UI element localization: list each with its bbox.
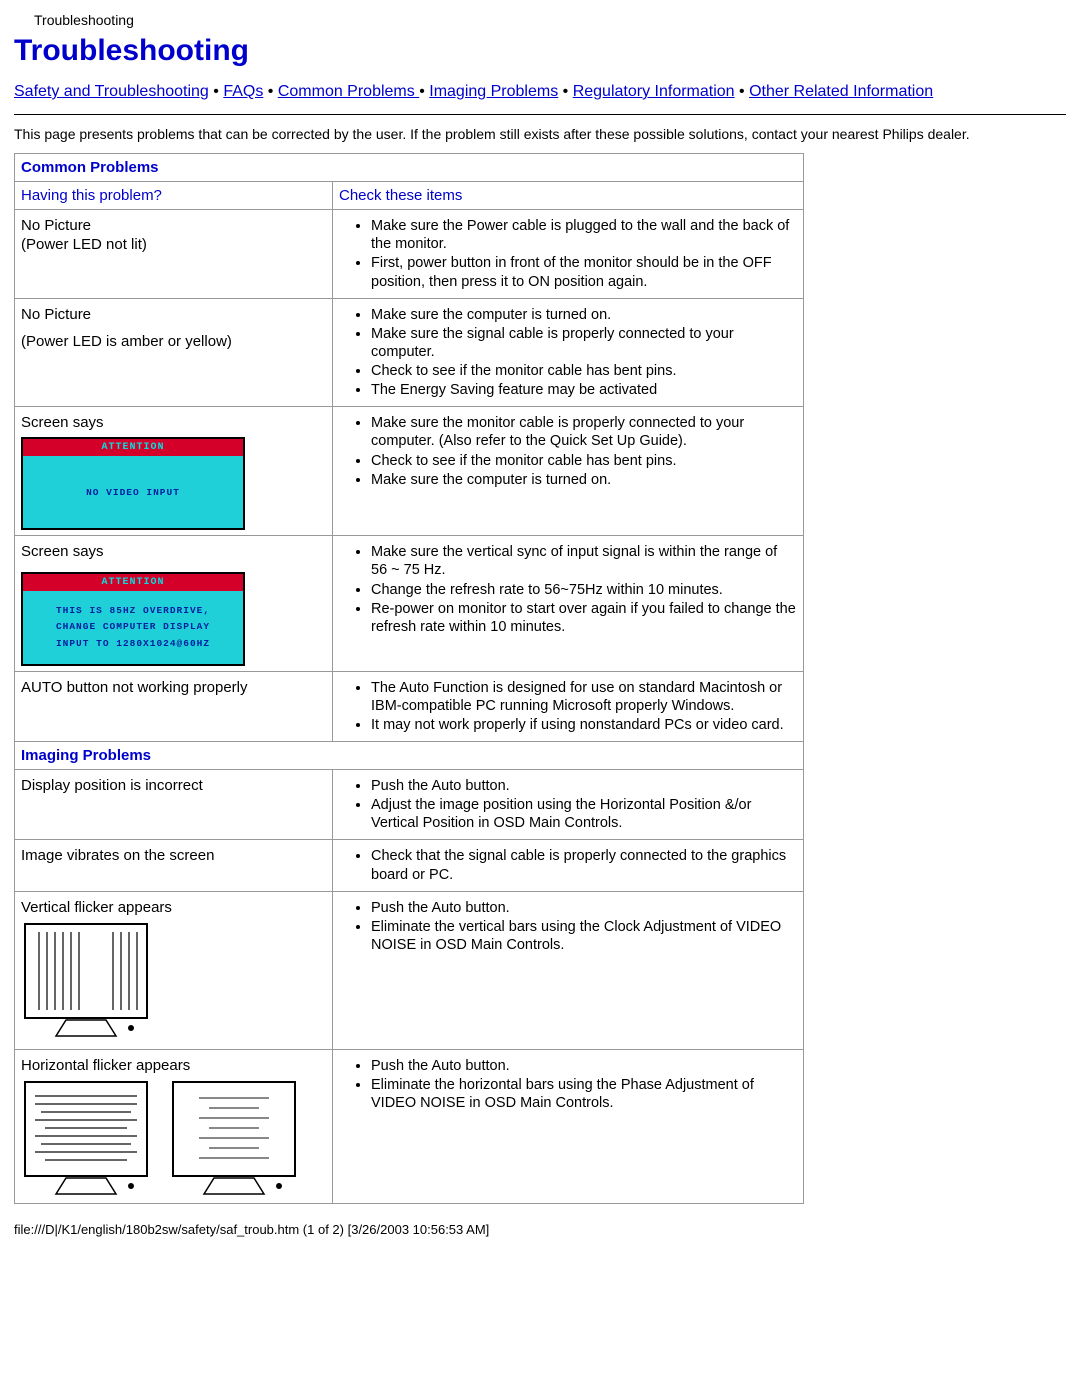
link-common-problems[interactable]: Common Problems <box>278 83 419 100</box>
link-safety[interactable]: Safety and Troubleshooting <box>14 83 209 100</box>
list-item: Eliminate the horizontal bars using the … <box>371 1076 797 1112</box>
nav-sep: • <box>563 83 573 100</box>
list-item: First, power button in front of the moni… <box>371 254 797 290</box>
list-item: Change the refresh rate to 56~75Hz withi… <box>371 581 797 599</box>
table-row: No Picture (Power LED is amber or yellow… <box>15 298 804 407</box>
problem-label: No Picture <box>21 306 326 323</box>
problem-sublabel: (Power LED not lit) <box>21 236 326 253</box>
check-list: Push the Auto button. Eliminate the hori… <box>339 1057 797 1112</box>
osd-text-line: THIS IS 85HZ OVERDRIVE, <box>56 603 210 619</box>
table-row: Image vibrates on the screen Check that … <box>15 840 804 891</box>
check-list: Make sure the vertical sync of input sig… <box>339 543 797 636</box>
nav-sep: • <box>739 83 749 100</box>
page-title: Troubleshooting <box>14 34 1066 68</box>
divider <box>14 114 1066 115</box>
nav-sep: • <box>213 83 223 100</box>
problem-sublabel: (Power LED is amber or yellow) <box>21 333 326 350</box>
list-item: Check to see if the monitor cable has be… <box>371 362 797 380</box>
horizontal-flicker-icon <box>21 1078 326 1198</box>
vertical-flicker-icon <box>21 920 326 1044</box>
problem-label: Display position is incorrect <box>21 777 326 794</box>
footer-file-path: file:///D|/K1/english/180b2sw/safety/saf… <box>14 1222 1066 1237</box>
osd-message-box: ATTENTION NO VIDEO INPUT <box>21 437 245 530</box>
nav-link-row: Safety and Troubleshooting • FAQs • Comm… <box>14 80 1066 104</box>
problem-label: Screen says <box>21 414 326 431</box>
check-list: Push the Auto button. Adjust the image p… <box>339 777 797 832</box>
table-row: Screen says ATTENTION THIS IS 85HZ OVERD… <box>15 536 804 671</box>
table-row: AUTO button not working properly The Aut… <box>15 671 804 741</box>
table-row: Horizontal flicker appears <box>15 1049 804 1203</box>
osd-attention-bar: ATTENTION <box>23 574 243 591</box>
link-faqs[interactable]: FAQs <box>223 83 263 100</box>
check-list: Make sure the Power cable is plugged to … <box>339 217 797 291</box>
table-row: Display position is incorrect Push the A… <box>15 770 804 840</box>
link-regulatory[interactable]: Regulatory Information <box>573 83 735 100</box>
list-item: Make sure the Power cable is plugged to … <box>371 217 797 253</box>
osd-attention-bar: ATTENTION <box>23 439 243 456</box>
troubleshooting-table: Common Problems Having this problem? Che… <box>14 153 804 1204</box>
check-list: The Auto Function is designed for use on… <box>339 679 797 734</box>
list-item: It may not work properly if using nonsta… <box>371 716 797 734</box>
problem-label: Vertical flicker appears <box>21 899 326 916</box>
list-item: Make sure the vertical sync of input sig… <box>371 543 797 579</box>
check-list: Check that the signal cable is properly … <box>339 847 797 883</box>
list-item: The Auto Function is designed for use on… <box>371 679 797 715</box>
list-item: The Energy Saving feature may be activat… <box>371 381 797 399</box>
list-item: Make sure the monitor cable is properly … <box>371 414 797 450</box>
list-item: Push the Auto button. <box>371 899 797 917</box>
problem-label: Screen says <box>21 543 326 560</box>
table-row: Vertical flicker appears <box>15 891 804 1049</box>
table-row: No Picture (Power LED not lit) Make sure… <box>15 210 804 299</box>
list-item: Push the Auto button. <box>371 1057 797 1075</box>
link-other-related[interactable]: Other Related Information <box>749 83 933 100</box>
problem-label: Horizontal flicker appears <box>21 1057 326 1074</box>
check-list: Push the Auto button. Eliminate the vert… <box>339 899 797 954</box>
list-item: Eliminate the vertical bars using the Cl… <box>371 918 797 954</box>
osd-text-line: INPUT TO 1280X1024@60HZ <box>56 636 210 652</box>
list-item: Check that the signal cable is properly … <box>371 847 797 883</box>
column-header-check: Check these items <box>333 182 804 210</box>
problem-label: No Picture <box>21 217 326 234</box>
osd-body: NO VIDEO INPUT <box>23 456 243 528</box>
nav-sep: • <box>419 83 429 100</box>
list-item: Re-power on monitor to start over again … <box>371 600 797 636</box>
nav-sep: • <box>268 83 278 100</box>
list-item: Push the Auto button. <box>371 777 797 795</box>
list-item: Make sure the computer is turned on. <box>371 471 797 489</box>
check-list: Make sure the monitor cable is properly … <box>339 414 797 489</box>
section-header-imaging: Imaging Problems <box>15 742 804 770</box>
list-item: Make sure the computer is turned on. <box>371 306 797 324</box>
link-imaging-problems[interactable]: Imaging Problems <box>429 83 558 100</box>
section-header-common: Common Problems <box>15 154 804 182</box>
column-header-problem: Having this problem? <box>15 182 333 210</box>
problem-label: Image vibrates on the screen <box>21 847 326 864</box>
list-item: Make sure the signal cable is properly c… <box>371 325 797 361</box>
osd-text-line: CHANGE COMPUTER DISPLAY <box>56 619 210 635</box>
list-item: Adjust the image position using the Hori… <box>371 796 797 832</box>
table-row: Screen says ATTENTION NO VIDEO INPUT Mak… <box>15 407 804 536</box>
osd-body: THIS IS 85HZ OVERDRIVE, CHANGE COMPUTER … <box>23 591 243 663</box>
list-item: Check to see if the monitor cable has be… <box>371 452 797 470</box>
intro-text: This page presents problems that can be … <box>14 125 1066 143</box>
osd-text-line: NO VIDEO INPUT <box>86 487 180 498</box>
breadcrumb-header: Troubleshooting <box>34 12 1066 28</box>
check-list: Make sure the computer is turned on. Mak… <box>339 306 797 400</box>
osd-message-box: ATTENTION THIS IS 85HZ OVERDRIVE, CHANGE… <box>21 572 245 665</box>
problem-label: AUTO button not working properly <box>21 679 326 696</box>
